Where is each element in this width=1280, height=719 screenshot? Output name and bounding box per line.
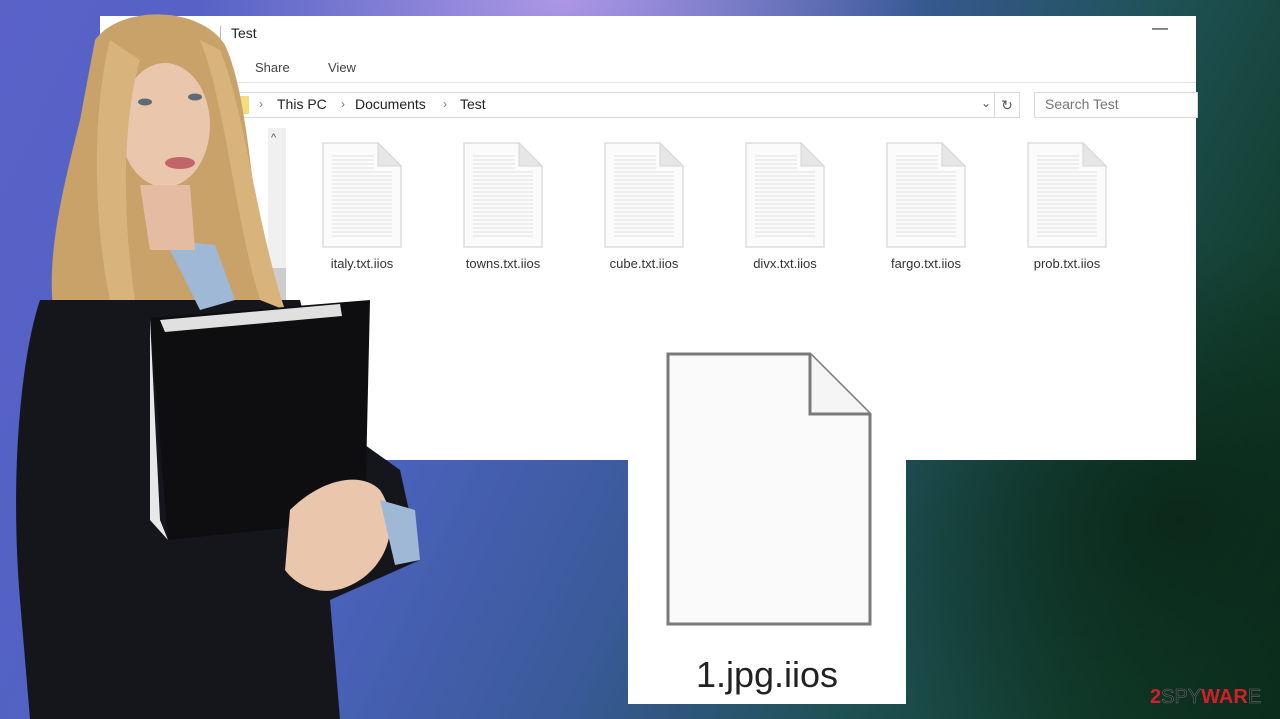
person-holding-binder-image: [16, 14, 420, 719]
breadcrumb-separator-icon[interactable]: ›: [443, 97, 447, 111]
text-file-icon: [604, 142, 684, 248]
text-file-icon: [886, 142, 966, 248]
file-item[interactable]: cube.txt.iios: [589, 142, 699, 271]
minimize-button[interactable]: —: [1152, 20, 1168, 38]
file-item[interactable]: prob.txt.iios: [1012, 142, 1122, 271]
search-box[interactable]: [1034, 92, 1198, 118]
lips: [165, 157, 195, 169]
featured-file-card[interactable]: 1.jpg.iios: [628, 340, 906, 704]
file-name: towns.txt.iios: [465, 256, 541, 271]
file-name: prob.txt.iios: [1033, 256, 1101, 271]
breadcrumb-test[interactable]: Test: [460, 96, 486, 112]
file-item[interactable]: divx.txt.iios: [730, 142, 840, 271]
file-item[interactable]: towns.txt.iios: [448, 142, 558, 271]
eye-left: [138, 98, 152, 106]
2spyware-logo: 2SPYWARE: [1150, 686, 1261, 709]
logo-part: E: [1247, 686, 1262, 709]
file-item[interactable]: fargo.txt.iios: [871, 142, 981, 271]
text-file-icon: [463, 142, 543, 248]
logo-part: SPY: [1161, 686, 1202, 709]
file-name: cube.txt.iios: [609, 256, 679, 271]
file-name: fargo.txt.iios: [890, 256, 962, 271]
address-dropdown-icon[interactable]: ⌄: [981, 96, 991, 110]
text-file-icon: [745, 142, 825, 248]
text-file-icon: [1027, 142, 1107, 248]
logo-part: 2: [1150, 686, 1162, 708]
logo-part: WAR: [1201, 686, 1248, 708]
search-input[interactable]: [1035, 93, 1195, 115]
refresh-button[interactable]: ↻: [994, 92, 1020, 118]
featured-file-name: 1.jpg.iios: [695, 654, 839, 695]
blank-file-icon: [666, 352, 872, 626]
eye-right: [188, 93, 202, 101]
file-name: divx.txt.iios: [753, 256, 817, 271]
